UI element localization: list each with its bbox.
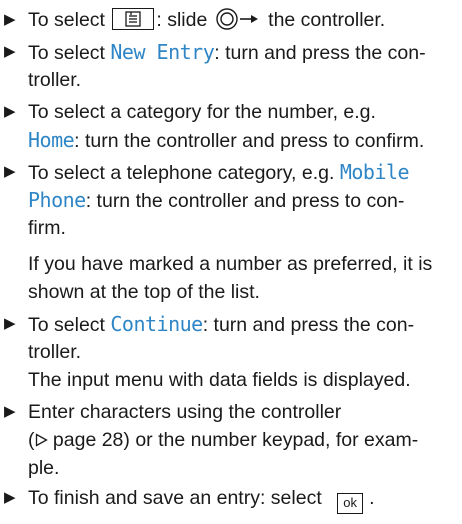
step-5-line-1: To select Continue: turn and press the c… [28,310,414,339]
step-5-text-a: To select [28,314,111,336]
step-3-text-b: : turn the controller and press to confi… [74,130,425,152]
step-4-line-1: To select a telephone category, e.g. Mob… [28,158,410,187]
step-7-text-a: To finish and save an entry: select [28,487,328,509]
menu-item-continue: Continue [110,312,203,336]
step-1-line-1: To select : slide the controller. [28,6,385,39]
bullet-icon: ▶ [4,163,16,180]
step-1-text-a: To select [28,9,111,31]
menu-item-phone: Phone [28,188,86,212]
step-5-line-2: troller. [28,341,82,363]
page-reference-triangle-icon [35,429,48,451]
step-4-note-line-1: If you have marked a number as preferred… [28,253,433,275]
step-6-line-3: ple. [28,457,60,479]
step-5-note-line-1: The input menu with data fields is displ… [28,369,411,391]
controller-slide-right-icon [215,7,261,39]
step-2-line-1: To select New Entry: turn and press the … [28,38,426,67]
step-2-text-b: : turn and press the con- [214,42,426,64]
step-7-text-end: . [369,487,375,509]
step-4-note-line-2: shown at the top of the list. [28,281,260,303]
step-4-text-b: : turn the controller and press to con- [85,190,405,212]
step-6-line-1: Enter characters using the controller [28,401,342,423]
bullet-icon: ▶ [4,43,16,60]
menu-item-mobile: Mobile [339,160,410,184]
step-4-line-2: Phone: turn the controller and press to … [28,186,404,215]
step-6-line-2: ( page 28) or the number keypad, for exa… [28,426,418,454]
bullet-icon: ▶ [4,103,16,120]
step-1-text-b: : slide [156,9,213,31]
step-1-text-c: the controller. [262,9,386,31]
page-reference-link[interactable]: page 28) or the number keypad, for exam- [48,429,418,451]
bullet-icon: ▶ [4,315,16,332]
step-3-line-2: Home: turn the controller and press to c… [28,126,424,155]
ok-key-icon: ok [337,493,364,514]
menu-list-icon [112,8,155,30]
step-3-line-1: To select a category for the number, e.g… [28,101,376,123]
step-2-text-a: To select [28,42,111,64]
step-4-text-a: To select a telephone category, e.g. [28,162,340,184]
menu-item-home: Home [28,128,75,152]
bullet-icon: ▶ [4,403,16,420]
step-5-text-b: : turn and press the con- [202,314,415,336]
bullet-icon: ▶ [4,489,16,506]
manual-page: ▶ To select : slide the controller. ▶ To [0,0,462,524]
step-2-line-2: troller. [28,69,82,91]
menu-item-new-entry: New Entry [110,40,215,64]
step-7-line-1: To finish and save an entry: select ok. [28,484,375,514]
bullet-icon: ▶ [4,11,16,28]
step-4-line-3: firm. [28,217,66,239]
